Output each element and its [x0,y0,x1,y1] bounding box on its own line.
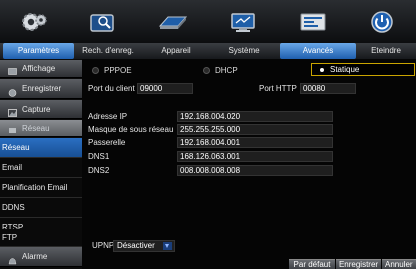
default-button[interactable]: Par défaut [289,259,335,269]
sidebar-subitem-email[interactable]: Email [0,158,82,178]
alarm-icon [8,253,17,264]
display-icon [8,65,17,75]
radio-pppoe[interactable]: PPPOE [92,64,132,76]
sidebar-subitem-email-schedule[interactable]: Planification Email [0,178,82,198]
sidebar-item-label: Alarme [22,252,48,261]
top-icon-bar [0,0,416,43]
radio-dhcp[interactable]: DHCP [203,64,238,76]
radio-label: PPPOE [104,65,132,75]
radio-dot-selected [320,67,324,72]
radio-label: Statique [330,65,360,74]
sidebar-item-capture[interactable]: Capture [0,100,82,119]
sidebar-item-label: Affichage [22,64,56,73]
dns2-field[interactable]: 008.008.008.008 [177,165,333,176]
http-port-label: Port HTTP [259,84,297,93]
gateway-label: Passerelle [88,138,126,147]
upnp-select[interactable]: Désactiver [113,240,175,252]
search-record-icon[interactable] [68,0,138,43]
save-button[interactable]: Enregistrer [336,259,381,269]
sidebar: Affichage Enregistrer Capture Réseau Rés… [0,59,82,269]
radio-dot [92,66,99,74]
upnp-label: UPNP [92,241,115,250]
sidebar-item-label: Enregistrer [22,84,62,93]
ip-address-label: Adresse IP [88,112,128,121]
radio-label: DHCP [215,65,238,75]
tab-system[interactable]: Système [210,43,278,59]
record-icon [8,85,17,97]
sidebar-subitem-ftp[interactable]: FTP [0,229,82,247]
ip-address-field[interactable]: 192.168.004.020 [177,111,333,122]
main-tab-bar: Paramètres Rech. d'enreg. Appareil Systè… [0,43,416,59]
capture-icon [8,105,17,117]
sidebar-item-label: Capture [22,105,51,114]
tab-device[interactable]: Appareil [142,43,210,59]
radio-dot [203,66,210,74]
network-icon [8,124,17,133]
sidebar-item-display[interactable]: Affichage [0,60,82,78]
cancel-button[interactable]: Annuler [382,259,416,269]
radio-static[interactable]: Statique [311,63,415,76]
settings-gear-icon[interactable] [0,0,68,43]
client-port-label: Port du client [88,84,135,93]
dvr-network-settings: Paramètres Rech. d'enreg. Appareil Systè… [0,0,416,269]
sidebar-item-record[interactable]: Enregistrer [0,79,82,99]
advanced-icon[interactable] [278,0,348,43]
subnet-mask-field[interactable]: 255.255.255.000 [177,124,333,135]
sidebar-subitem-network[interactable]: Réseau [0,138,82,158]
power-icon[interactable] [348,0,416,43]
tab-shutdown[interactable]: Eteindre [356,43,416,59]
tab-parametres[interactable]: Paramètres [3,43,74,59]
http-port-field[interactable]: 00080 [300,83,356,94]
dns1-field[interactable]: 168.126.063.001 [177,151,333,162]
sidebar-item-network[interactable]: Réseau [0,120,82,137]
system-icon[interactable] [208,0,278,43]
client-port-field[interactable]: 09000 [137,83,193,94]
subnet-mask-label: Masque de sous réseau [88,125,174,134]
device-icon[interactable] [138,0,208,43]
tab-search-record[interactable]: Rech. d'enreg. [74,43,142,59]
sidebar-item-label: Réseau [22,124,50,133]
dns2-label: DNS2 [88,166,110,175]
chevron-down-icon[interactable] [163,242,172,250]
sidebar-item-alarm[interactable]: Alarme [0,247,82,267]
gateway-field[interactable]: 192.168.004.001 [177,137,333,148]
upnp-select-value: Désactiver [117,241,155,250]
sidebar-subitem-ddns[interactable]: DDNS [0,198,82,218]
dns1-label: DNS1 [88,152,110,161]
tab-advanced[interactable]: Avancés [280,43,356,59]
